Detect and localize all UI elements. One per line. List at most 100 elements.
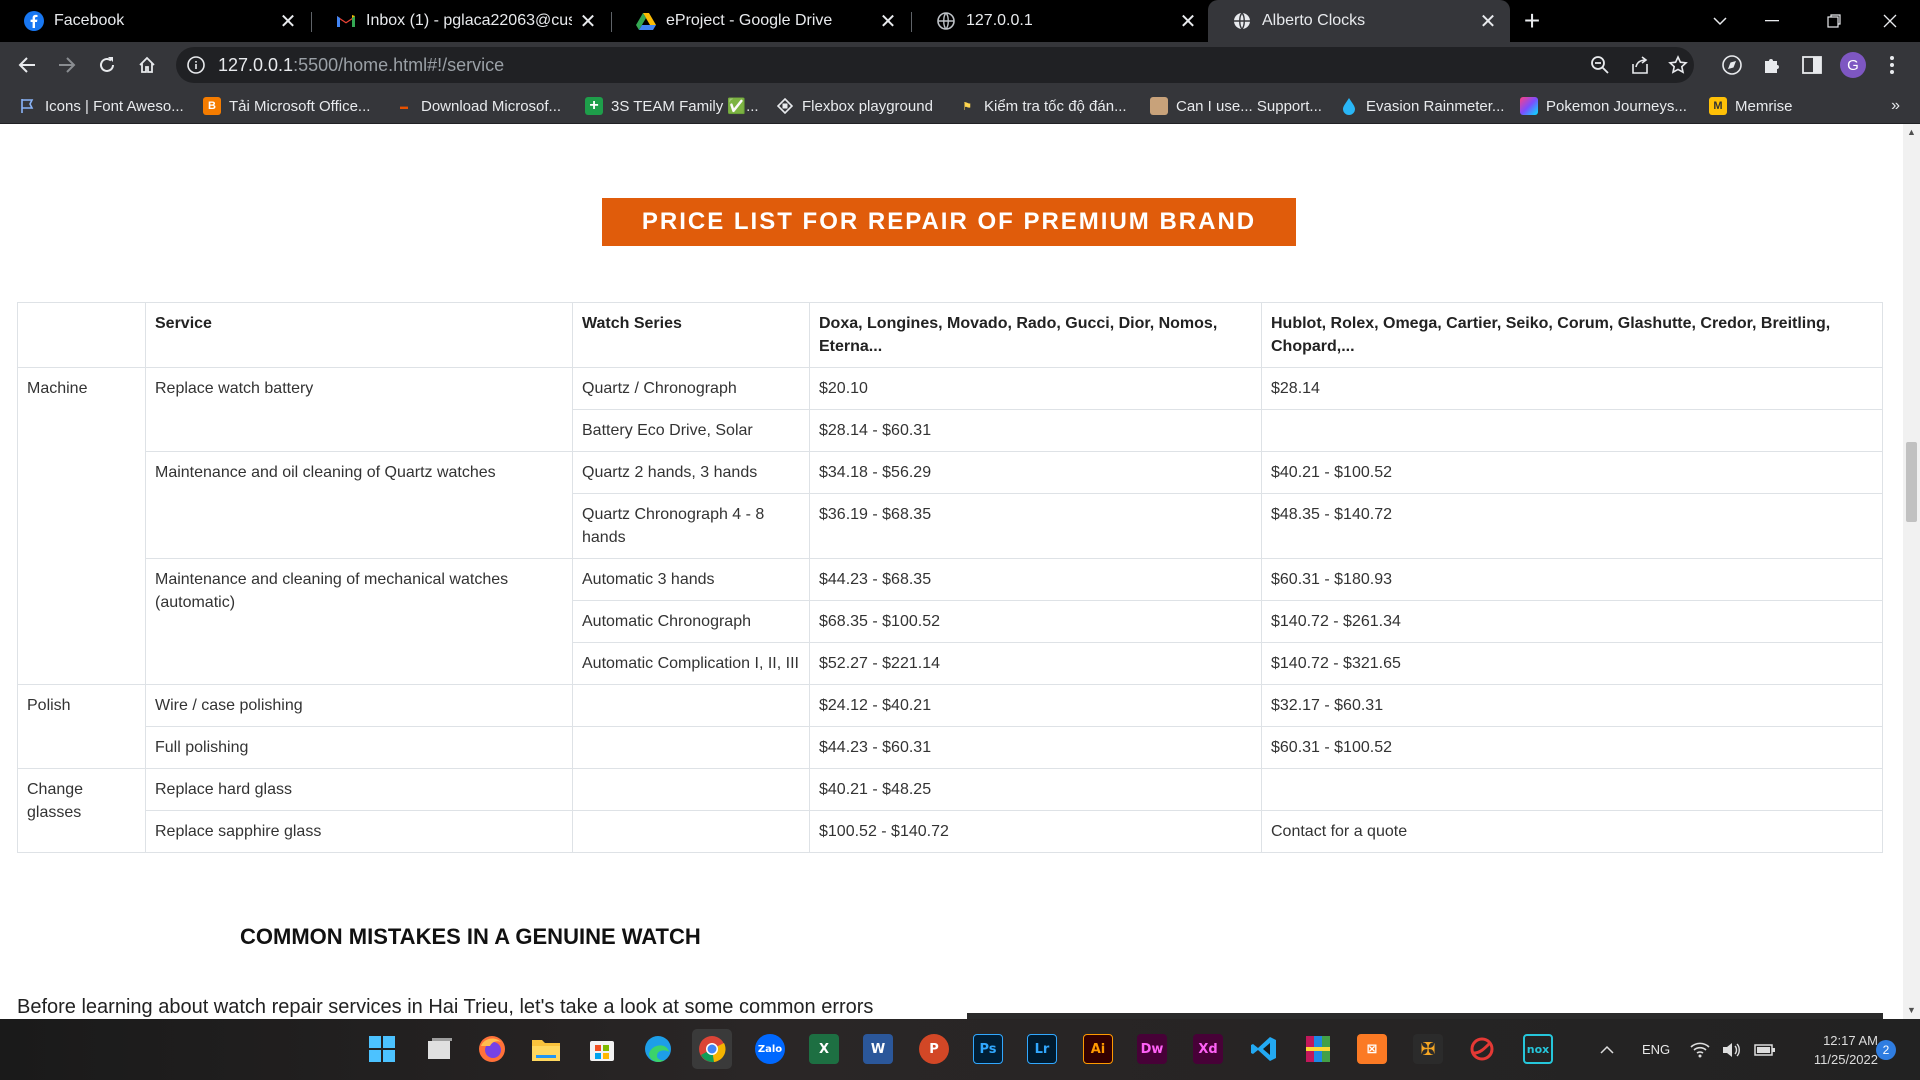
close-tab-icon[interactable]: ✕ [1172, 9, 1204, 34]
excel-icon[interactable]: X [804, 1029, 844, 1069]
zoom-icon[interactable] [1588, 53, 1612, 77]
battery-icon[interactable] [1754, 1019, 1776, 1080]
lightroom-icon[interactable]: Lr [1022, 1029, 1062, 1069]
dreamweaver-icon[interactable]: Dw [1132, 1029, 1172, 1069]
bookmark-rainmeter[interactable]: Evasion Rainmeter... [1340, 88, 1504, 124]
volume-icon[interactable] [1722, 1019, 1742, 1080]
tab-gmail[interactable]: Inbox (1) - pglaca22063@cusc.ct ✕ [312, 0, 610, 42]
profile-avatar[interactable]: G [1840, 52, 1866, 78]
photoshop-label: Ps [973, 1034, 1003, 1064]
notification-badge[interactable]: 2 [1876, 1040, 1896, 1060]
site-info-icon[interactable] [186, 55, 206, 75]
show-hidden-icons[interactable] [1600, 1019, 1614, 1080]
price-cell: $20.10 [809, 367, 1262, 410]
new-tab-button[interactable]: + [1514, 0, 1550, 42]
store-icon[interactable] [582, 1029, 622, 1069]
bookmark-download-microsoft[interactable]: ▬ Download Microsof... [395, 88, 561, 124]
extensions-puzzle-icon[interactable] [1760, 53, 1784, 77]
close-tab-icon[interactable]: ✕ [572, 9, 604, 34]
service-cell: Replace watch battery [145, 367, 573, 452]
bookmarks-overflow-button[interactable]: » [1891, 88, 1900, 124]
tab-title: Alberto Clocks [1262, 12, 1366, 29]
intro-paragraph: Before learning about watch repair servi… [17, 996, 874, 1018]
filezilla-icon[interactable]: ✠ [1408, 1029, 1448, 1069]
service-cell: Wire / case polishing [145, 684, 573, 727]
word-icon[interactable]: W [858, 1029, 898, 1069]
series-cell: Automatic Chronograph [572, 600, 810, 643]
edge-icon[interactable] [638, 1029, 678, 1069]
bookmark-flexbox-playground[interactable]: Flexbox playground [776, 88, 933, 124]
close-tab-icon[interactable]: ✕ [272, 9, 304, 34]
bookmark-memrise[interactable]: M Memrise [1709, 88, 1793, 124]
bookmark-microsoft-office[interactable]: B Tải Microsoft Office... [203, 88, 370, 124]
xd-label: Xd [1193, 1034, 1223, 1064]
bookmark-speed-test[interactable]: ⚑ Kiểm tra tốc độ đán... [958, 88, 1127, 124]
zalo-icon[interactable]: Zalo [750, 1029, 790, 1069]
system-clock[interactable]: 12:17 AM 11/25/2022 [1788, 1031, 1878, 1069]
xampp-icon[interactable]: ⊠ [1352, 1029, 1392, 1069]
table-row: Machine Replace watch battery Quartz / C… [17, 367, 1883, 685]
close-tab-icon[interactable]: ✕ [872, 9, 904, 34]
service-cell: Maintenance and cleaning of mechanical w… [145, 558, 573, 685]
powerpoint-icon[interactable]: P [914, 1029, 954, 1069]
bookmark-label: Download Microsof... [421, 97, 562, 115]
xd-icon[interactable]: Xd [1188, 1029, 1228, 1069]
wifi-icon[interactable] [1690, 1019, 1710, 1080]
bookmark-star-icon[interactable] [1666, 53, 1690, 77]
series-cell [572, 684, 810, 727]
back-icon[interactable] [9, 47, 45, 83]
chrome-menu-icon[interactable] [1880, 53, 1904, 77]
table-header: Doxa, Longines, Movado, Rado, Gucci, Dio… [809, 302, 1262, 368]
tab-search-icon[interactable] [1692, 0, 1748, 42]
browser-toolbar: 127.0.0.1:5500/home.html#!/service G [0, 42, 1920, 88]
reload-icon[interactable] [89, 47, 125, 83]
web-page: PRICE LIST FOR REPAIR OF PREMIUM BRAND S… [0, 124, 1903, 1019]
winrar-icon[interactable] [1298, 1029, 1338, 1069]
photoshop-icon[interactable]: Ps [968, 1029, 1008, 1069]
compass-extension-icon[interactable] [1720, 53, 1744, 77]
flag-icon [19, 97, 37, 115]
bookmark-font-awesome[interactable]: Icons | Font Aweso... [19, 88, 184, 124]
dreamweaver-label: Dw [1137, 1034, 1167, 1064]
tab-localhost[interactable]: 127.0.0.1 ✕ [912, 0, 1210, 42]
minimize-icon[interactable] [1744, 0, 1800, 42]
price-cell [1261, 768, 1883, 811]
page-scrollbar[interactable]: ▲ ▼ [1903, 124, 1920, 1019]
tab-facebook[interactable]: Facebook ✕ [0, 0, 310, 42]
firefox-icon[interactable] [472, 1029, 512, 1069]
bookmark-3s-team[interactable]: + 3S TEAM Family ✅... [585, 88, 759, 124]
price-cell: $24.12 - $40.21 [809, 684, 1262, 727]
close-window-icon[interactable] [1862, 0, 1918, 42]
illustrator-icon[interactable]: Ai [1078, 1029, 1118, 1069]
table-row: Maintenance and cleaning of mechanical w… [18, 558, 1883, 685]
windows-start-icon[interactable] [362, 1029, 402, 1069]
bookmark-pokemon[interactable]: Pokemon Journeys... [1520, 88, 1687, 124]
tab-google-drive[interactable]: eProject - Google Drive ✕ [612, 0, 910, 42]
forward-icon[interactable] [49, 47, 85, 83]
nox-icon[interactable]: nox [1518, 1029, 1558, 1069]
tab-title: Facebook [54, 12, 125, 29]
share-icon[interactable] [1628, 53, 1652, 77]
language-indicator[interactable]: ENG [1642, 1019, 1670, 1080]
scroll-up-icon[interactable]: ▲ [1903, 124, 1920, 141]
garena-icon[interactable] [1462, 1029, 1502, 1069]
task-view-icon[interactable] [420, 1029, 460, 1069]
chrome-icon[interactable] [692, 1029, 732, 1069]
windows-taskbar: Zalo X W P Ps Lr Ai Dw Xd ⊠ ✠ nox ENG 12… [0, 1019, 1920, 1080]
scrollbar-thumb[interactable] [1906, 442, 1917, 522]
table-header: Service [145, 302, 573, 368]
table-header-row: Service Watch Series Doxa, Longines, Mov… [17, 302, 1883, 368]
home-icon[interactable] [129, 47, 165, 83]
caniuse-icon [1150, 97, 1168, 115]
bookmark-can-i-use[interactable]: Can I use... Support... [1150, 88, 1322, 124]
tab-alberto-clocks[interactable]: Alberto Clocks ✕ [1208, 0, 1510, 42]
scroll-down-icon[interactable]: ▼ [1903, 1002, 1920, 1019]
address-bar[interactable]: 127.0.0.1:5500/home.html#!/service [176, 47, 1694, 83]
vscode-icon[interactable] [1244, 1029, 1284, 1069]
restore-icon[interactable] [1806, 0, 1862, 42]
file-explorer-icon[interactable] [526, 1029, 566, 1069]
category-cell: Machine [17, 367, 146, 685]
table-header: Watch Series [572, 302, 810, 368]
side-panel-icon[interactable] [1800, 53, 1824, 77]
close-tab-icon[interactable]: ✕ [1472, 9, 1504, 34]
